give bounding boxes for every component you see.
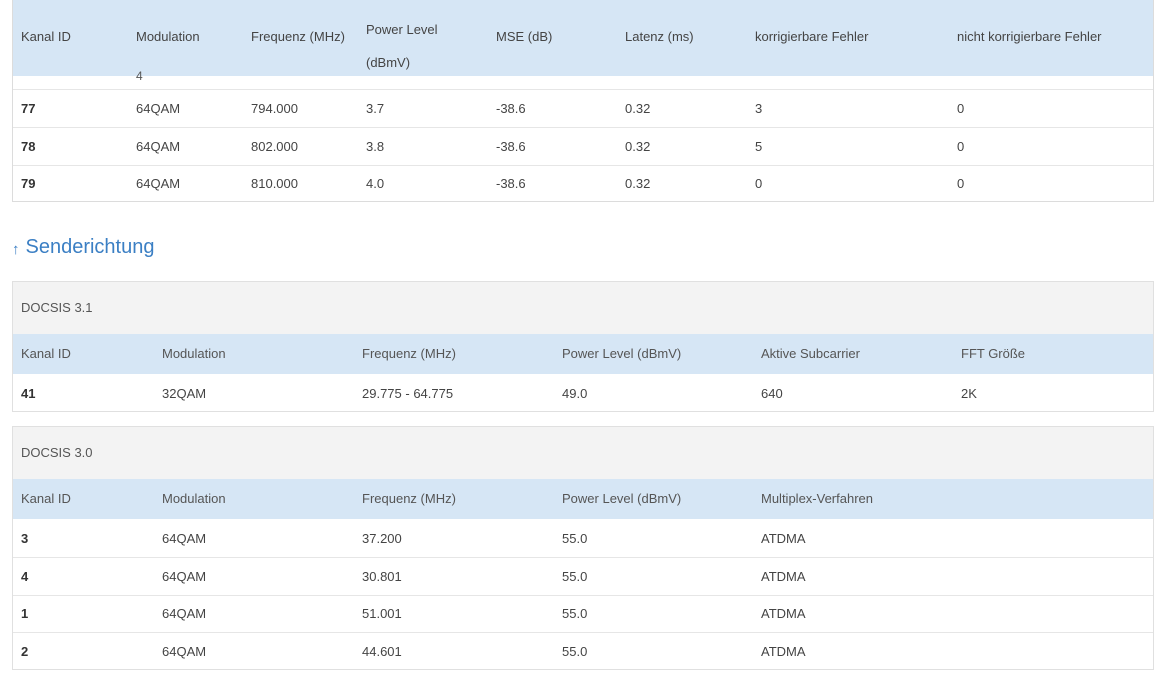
table-cell: 3.7 bbox=[366, 101, 385, 116]
column-header: Power Level (dBmV) bbox=[562, 491, 682, 506]
table-cell: 64QAM bbox=[136, 138, 181, 154]
partially-hidden-row: 4 bbox=[13, 69, 1153, 90]
column-header: Multiplex-Verfahren bbox=[761, 491, 873, 506]
docsis31-caption: DOCSIS 3.1 bbox=[21, 300, 93, 315]
table-cell: 79 bbox=[21, 176, 36, 191]
docsis30-header: Kanal ID Modulation Frequenz (MHz) Power Le… bbox=[13, 479, 1153, 519]
column-header: Kanal ID bbox=[21, 491, 71, 506]
table-cell: 2K bbox=[961, 386, 977, 401]
column-header: Power Level (dBmV) bbox=[562, 346, 682, 361]
table-cell: 802.000 bbox=[251, 138, 298, 154]
table-cell: 4 bbox=[21, 568, 29, 584]
col-kanal-id: Kanal ID bbox=[21, 29, 71, 44]
col-latenz: Latenz (ms) bbox=[625, 29, 694, 44]
table-cell: 0 bbox=[755, 176, 763, 191]
table-cell: 3.8 bbox=[366, 138, 385, 154]
column-header: FFT Größe bbox=[961, 346, 1026, 361]
table-cell: 0.32 bbox=[625, 176, 651, 191]
col-mse: MSE (dB) bbox=[496, 29, 553, 44]
arrow-up-icon: ↑ bbox=[12, 240, 20, 258]
downstream-table-header: Kanal ID Modulation Frequenz (MHz) Power… bbox=[13, 0, 1153, 76]
column-header: Modulation bbox=[162, 491, 226, 506]
col-nicht-korrigierbare-fehler: nicht korrigierbare Fehler bbox=[957, 29, 1102, 44]
col-frequenz: Frequenz (MHz) bbox=[251, 29, 345, 44]
col-korrigierbare-fehler: korrigierbare Fehler bbox=[755, 29, 869, 44]
column-header: Frequenz (MHz) bbox=[362, 491, 456, 506]
table-cell: 51.001 bbox=[362, 606, 402, 621]
section-title-senderichtung: ↑ Senderichtung bbox=[12, 236, 154, 259]
table-cell: 3 bbox=[755, 101, 763, 116]
table-cell: -38.6 bbox=[496, 176, 526, 191]
table-cell: 0.32 bbox=[625, 138, 651, 154]
col-modulation: Modulation bbox=[136, 29, 200, 44]
table-row: 1 64QAM 51.001 55.0 ATDMA bbox=[13, 595, 1153, 633]
table-cell: 0 bbox=[957, 176, 965, 191]
docsis31-table: DOCSIS 3.1 Kanal ID Modulation Frequenz (M… bbox=[12, 281, 1154, 412]
table-cell: 41 bbox=[21, 386, 36, 401]
table-cell: 4.0 bbox=[366, 176, 385, 191]
table-cell: 30.801 bbox=[362, 568, 402, 584]
table-cell: 78 bbox=[21, 138, 36, 154]
docsis30-table: DOCSIS 3.0 Kanal ID Modulation Frequenz (M… bbox=[12, 426, 1154, 670]
table-cell: 55.0 bbox=[562, 568, 588, 584]
table-cell: 2 bbox=[21, 643, 29, 659]
table-cell: 64QAM bbox=[162, 568, 207, 584]
table-row: 41 32QAM 29.775 - 64.775 49.0 640 2K bbox=[13, 375, 1153, 411]
table-cell: 64QAM bbox=[162, 606, 207, 621]
table-cell: 55.0 bbox=[562, 643, 588, 659]
table-cell: ATDMA bbox=[761, 568, 806, 584]
table-cell: 810.000 bbox=[251, 176, 298, 191]
table-cell: 55.0 bbox=[562, 606, 588, 621]
column-header: Frequenz (MHz) bbox=[362, 346, 456, 361]
table-cell: 32QAM bbox=[162, 386, 207, 401]
table-row: 79 64QAM 810.000 4.0 -38.6 0.32 0 0 bbox=[13, 165, 1153, 201]
partial-cell-text: 4 bbox=[136, 69, 143, 83]
column-header: Modulation bbox=[162, 346, 226, 361]
table-row: 4 64QAM 30.801 55.0 ATDMA bbox=[13, 558, 1153, 596]
table-cell: 1 bbox=[21, 606, 29, 621]
table-cell: -38.6 bbox=[496, 138, 526, 154]
table-row: 78 64QAM 802.000 3.8 -38.6 0.32 5 0 bbox=[13, 128, 1153, 166]
docsis30-caption: DOCSIS 3.0 bbox=[21, 445, 93, 460]
docsis31-caption-bar: DOCSIS 3.1 bbox=[13, 282, 1153, 334]
table-cell: 49.0 bbox=[562, 386, 588, 401]
table-row: 2 64QAM 44.601 55.0 ATDMA bbox=[13, 633, 1153, 670]
table-cell: 64QAM bbox=[162, 531, 207, 546]
table-cell: 64QAM bbox=[162, 643, 207, 659]
table-cell: 640 bbox=[761, 386, 783, 401]
table-cell: ATDMA bbox=[761, 643, 806, 659]
table-cell: 0.32 bbox=[625, 101, 651, 116]
table-cell: 794.000 bbox=[251, 101, 298, 116]
section-title-text: Senderichtung bbox=[25, 236, 155, 258]
table-row: 3 64QAM 37.200 55.0 ATDMA bbox=[13, 520, 1153, 558]
table-cell: 44.601 bbox=[362, 643, 402, 659]
table-cell: 37.200 bbox=[362, 531, 402, 546]
col-power-level: Power Level (dBmV) bbox=[366, 22, 438, 70]
column-header: Kanal ID bbox=[21, 346, 71, 361]
column-header: Aktive Subcarrier bbox=[761, 346, 860, 361]
table-cell: 0 bbox=[957, 101, 965, 116]
table-row: 77 64QAM 794.000 3.7 -38.6 0.32 3 0 bbox=[13, 90, 1153, 128]
docsis31-header: Kanal ID Modulation Frequenz (MHz) Power Le… bbox=[13, 334, 1153, 374]
table-cell: ATDMA bbox=[761, 531, 806, 546]
table-cell: ATDMA bbox=[761, 606, 806, 621]
table-cell: 77 bbox=[21, 101, 36, 116]
table-cell: 64QAM bbox=[136, 101, 181, 116]
table-cell: 0 bbox=[957, 138, 965, 154]
table-cell: 3 bbox=[21, 531, 29, 546]
table-cell: 5 bbox=[755, 138, 763, 154]
table-cell: 29.775 - 64.775 bbox=[362, 386, 454, 401]
downstream-table: Kanal ID Modulation Frequenz (MHz) Power… bbox=[12, 0, 1154, 202]
table-cell: 64QAM bbox=[136, 176, 181, 191]
table-cell: 55.0 bbox=[562, 531, 588, 546]
docsis30-caption-bar: DOCSIS 3.0 bbox=[13, 427, 1153, 479]
table-cell: -38.6 bbox=[496, 101, 526, 116]
